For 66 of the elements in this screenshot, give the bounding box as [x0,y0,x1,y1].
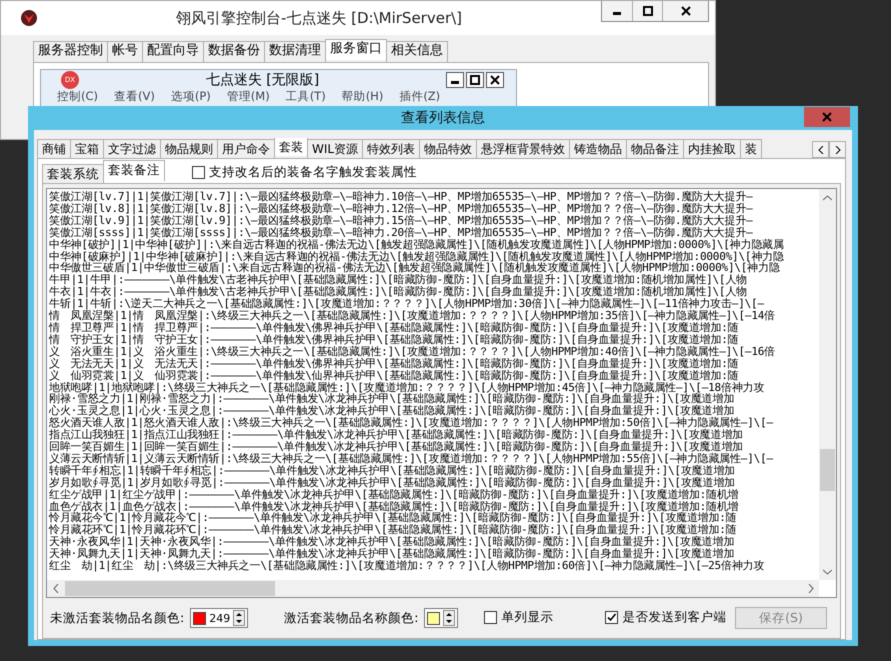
list-row[interactable]: 红尘 劫|1|红尘 劫|:\终级三大神兵之一\[基础隐藏属性:]\[攻魔道增加:？？？？]\[人物HPMP增加:60倍]\[—神力隐藏属性—]\[—25倍神力攻 [49,560,817,572]
list-row[interactable]: 中华傲世三破盾|1|中华傲世三破盾|:\来自远古释迦的祝福-佛法无边\[触发超强隐藏属性]\[随机触发攻魔道属性]\[人物HPMP增加:0000%]\[神力隐 [49,262,817,274]
list-row[interactable]: 牛甲|1|牛甲|:———————\单件触发\古老神兵护甲\[基础隐藏属性:]\[暗藏防御-魔防:]\[自身血量提升:]\[攻魔道增加:随机增加属性]\[人物 [49,274,817,286]
checkbox-label: 是否发送到客户端 [622,608,726,626]
tab[interactable]: 服务器控制 [33,41,108,62]
list-row[interactable]: 刚禄·雪怒之力|1|刚禄·雪怒之力|:———————\单件触发\冰龙神兵护甲\[基础隐藏属性:]\[暗藏防御-魔防:]\[自身血量提升:]\[攻魔道增加 [49,393,817,406]
tab[interactable]: 悬浮框背景特效 [476,139,570,158]
menu-item[interactable]: 管理(M) [226,90,270,103]
list-row[interactable]: 笑傲江湖[lv.8]|1|笑傲江湖[lv.8]|:\—最凶猛终极勋章—\—暗神力.12倍—\—HP、MP增加65535—\—HP、MP增加？？倍—\—防御.魔防大大提升— [49,202,817,215]
list-row[interactable]: 转瞬千年∮相忘|1|转瞬千年∮相忘|:———————\单件触发\冰龙神兵护甲\[基础隐藏属性:]\[暗藏防御-魔防:]\[自身血量提升:]\[攻魔道增加 [49,464,817,477]
window-title: 七点迷失 [无限版] [204,71,320,89]
tab[interactable]: 商铺 [37,139,71,158]
list-row[interactable]: 情 守护王女|1|情 守护王女|:———————\单件触发\佛界神兵护甲\[基础隐藏属性:]\[暗藏防御-魔防:]\[自身血量提升:]\[攻魔道增加:随 [49,334,817,346]
menu-item[interactable]: 选项(P) [170,90,211,103]
tab[interactable]: 铸造物品 [569,139,628,158]
list-row[interactable]: 怒火酒天谁人敌|1|怒火酒天谁人敌|:\终级三大神兵之一\[基础隐藏属性:]\[攻魔道增加:？？？？]\[人物HPMP增加:50倍]\[—神力隐藏属性—]\[— [49,417,817,430]
list-row[interactable]: 血色ゲ战衣|1|血色ゲ战衣|:———————\单件触发\冰龙神兵护甲\[基础隐藏属性:]\[暗藏防御-魔防:]\[自身血量提升:]\[攻魔道增加:随机增 [49,500,817,512]
list-row[interactable]: 牛斩|1|牛斩|:\逆天二大神兵之一\[基础隐藏属性:]\[攻魔道增加:？？？？]\[人物HPMP增加:30倍]\[—神力隐藏属性—]\[—11倍神力攻击—]\[— [49,298,817,310]
tab[interactable]: 物品备注 [626,139,684,158]
list-row[interactable]: 义 浴火重生|1|义 浴火重生|:\终级三大神兵之一\[基础隐藏属性:]\[攻魔道增加:？？？？]\[人物HPMP增加:40倍]\[—神力隐藏属性—]\[—16倍 [49,346,817,358]
list-row[interactable]: 情 凤凰涅槃|1|情 凤凰涅槃|:\终级三大神兵之一\[基础隐藏属性:]\[攻魔道增加:？？？？]\[人物HPMP增加:35倍]\[—神力隐藏属性—]\[—14倍 [49,310,817,322]
list-row[interactable]: 地狱咆哮|1|地狱咆哮|:\终级三大神兵之一\[基础隐藏属性:]\[攻魔道增加:？？？？]\[人物HPMP增加:45倍]\[—神力隐藏属性—]\[—18倍神力攻 [49,382,817,394]
window-title: 翎风引擎控制台-七点迷失 [D:\MirServer\] [174,8,464,28]
field-label: 未激活套装物品名颜色: [50,610,184,627]
list-row[interactable]: 怜月藏花今℃|1|怜月藏花今℃|:———————\单件触发\冰龙神兵护甲\[基础隐藏属性:]\[暗藏防御-魔防:]\[自身血量提升:]\[攻魔道增加:随 [49,512,817,524]
tab[interactable]: WIL资源 [307,139,364,158]
list-row[interactable]: 笑傲江湖[lv.9]|1|笑傲江湖[lv.9]|:\—最凶猛终极勋章—\—暗神力.15倍—\—HP、MP增加65535—\—HP、MP增加？？倍—\—防御.魔防大大提升— [49,214,817,227]
color-spinbox[interactable]: 249 [190,608,248,628]
list-row[interactable]: 中华神[破护]|1|中华神[破护]|:\来自远古释迦的祝福-佛法无边\[触发超强隐藏属性]\[随机触发攻魔道属性]\[人物HPMP增加:0000%]\[神力隐藏属 [49,238,817,251]
list-row[interactable]: 义薄云天断情斩|1|义薄云天断情斩|:\终级三大神兵之一\[基础隐藏属性:]\[攻魔道增加:？？？？]\[人物HPMP增加:55倍]\[—神力隐藏属性—]\[— [49,452,817,465]
list-row[interactable]: 笑傲江湖[lv.7]|1|笑傲江湖[lv.7]|:\—最凶猛终极勋章—\—暗神力.10倍—\—HP、MP增加65535—\—HP、MP增加？？倍—\—防御.魔防大大提升— [49,191,817,203]
menu-item[interactable]: 帮助(H) [342,90,384,103]
tab[interactable]: 数据清理 [264,41,326,62]
list-row[interactable]: 天神·凤舞九天|1|天神·凤舞九天|:———————\单件触发\冰龙神兵护甲\[基础隐藏属性:]\[暗藏防御-魔防:]\[自身血量提升:]\[攻魔道增加 [49,548,817,560]
tab[interactable]: 物品规则 [160,139,218,158]
checkbox-label: 单列显示 [501,608,554,626]
tab[interactable]: 套装备注 [103,160,165,181]
menu-item[interactable]: 控制(C) [57,90,98,103]
tab[interactable]: 内挂捡取 [683,139,742,158]
list-row[interactable]: 情 捍卫尊严|1|情 捍卫尊严|:———————\单件触发\佛界神兵护甲\[基础隐藏属性:]\[暗藏防御-魔防:]\[自身血量提升:]\[攻魔道增加:随 [49,322,817,334]
list-row[interactable]: 天神·永夜风华|1|天神·永夜风华|:———————\单件触发\冰龙神兵护甲\[基础隐藏属性:]\[暗藏防御-魔防:]\[自身血量提升:]\[攻魔道增加 [49,536,817,548]
tab[interactable]: 装 [740,139,762,158]
list-row[interactable]: 岁月如歌∮寻觅|1|岁月如歌∮寻觅|:———————\单件触发\冰龙神兵护甲\[基础隐藏属性:]\[暗藏防御-魔防:]\[自身血量提升:]\[攻魔道增加 [49,476,817,489]
list-row[interactable]: 指点江山我独狂|1|指点江山我独狂|:———————\单件触发\冰龙神兵护甲\[基础隐藏属性:]\[暗藏防御-魔防:]\[自身血量提升:]\[攻魔道增加 [49,429,817,442]
menu-item[interactable]: 工具(T) [286,90,326,103]
tab[interactable]: 用户命令 [217,139,275,158]
tab[interactable]: 套装系统 [42,164,104,183]
window-title: 查看列表信息 [401,109,485,127]
menu-item[interactable]: 查看(V) [114,90,155,103]
tab[interactable]: 相关信息 [386,41,448,62]
menu-item[interactable]: 插件(Z) [399,90,440,103]
list-row[interactable]: 心火·玉灵之息|1|心火·玉灵之息|:———————\单件触发\冰龙神兵护甲\[基础隐藏属性:]\[暗藏防御-魔防:]\[自身血量提升:]\[攻魔道增加 [49,405,817,418]
list-row[interactable]: 笑傲江湖[ssss]|1|笑傲江湖[ssss]|:\—最凶猛终极勋章—\—暗神力.20倍—\—HP、MP增加65535—\—HP、MP增加？？倍—\—防御.魔防大大提升— [49,226,817,239]
tab[interactable]: 特效列表 [362,139,420,158]
tab[interactable]: 套装 [274,138,308,156]
list-row[interactable]: 义 无法无天|1|义 无法无天|:———————\单件触发\佛界神兵护甲\[基础隐藏属性:]\[暗藏防御-魔防:]\[自身血量提升:]\[攻魔道增加:随 [49,358,817,370]
tab[interactable]: 物品特效 [419,139,478,158]
field-label: 激活套装物品名称颜色: [284,610,418,627]
list-row[interactable]: 回眸一笑百媚生|1|回眸一笑百媚生|:———————\单件触发\冰龙神兵护甲\[基础隐藏属性:]\[暗藏防御-魔防:]\[自身血量提升:]\[攻魔道增加 [49,441,817,453]
list-row[interactable]: 红尘ゲ战甲|1|红尘ゲ战甲|:———————\单件触发\冰龙神兵护甲\[基础隐藏属性:]\[暗藏防御-魔防:]\[自身血量提升:]\[攻魔道增加:随机增 [49,488,817,501]
list-row[interactable]: 义 仙羽霓裳|1|义 仙羽霓裳|:———————\单件触发\仙界神兵护甲\[基础隐藏属性:]\[暗藏防御-魔防:]\[自身血量提升:]\[攻魔道增加:随 [49,370,817,382]
list-row[interactable]: 怜月藏花环℃|1|怜月藏花环℃|:———————\单件触发\冰龙神兵护甲\[基础隐藏属性:]\[暗藏防御-魔防:]\[自身血量提升:]\[攻魔道增加:随 [49,524,817,536]
tab[interactable]: 服务窗口 [325,39,387,60]
checkbox-label: 支持改名后的装备名字触发套装属性 [209,164,417,181]
list-row[interactable]: 中华神[破麻护]|1|中华神[破麻护]|:\来自远古释迦的祝福-佛法无边\[触发超强隐藏属性]\[随机触发攻魔道属性]\[人物HPMP增加:0000%]\[神力隐 [49,250,817,262]
list-row[interactable]: 牛衣|1|牛衣|:———————\单件触发\古老神兵护甲\[基础隐藏属性:]\[暗藏防御-魔防:]\[自身血量提升:]\[攻魔道增加:随机增加属性]\[人物 [49,286,817,298]
